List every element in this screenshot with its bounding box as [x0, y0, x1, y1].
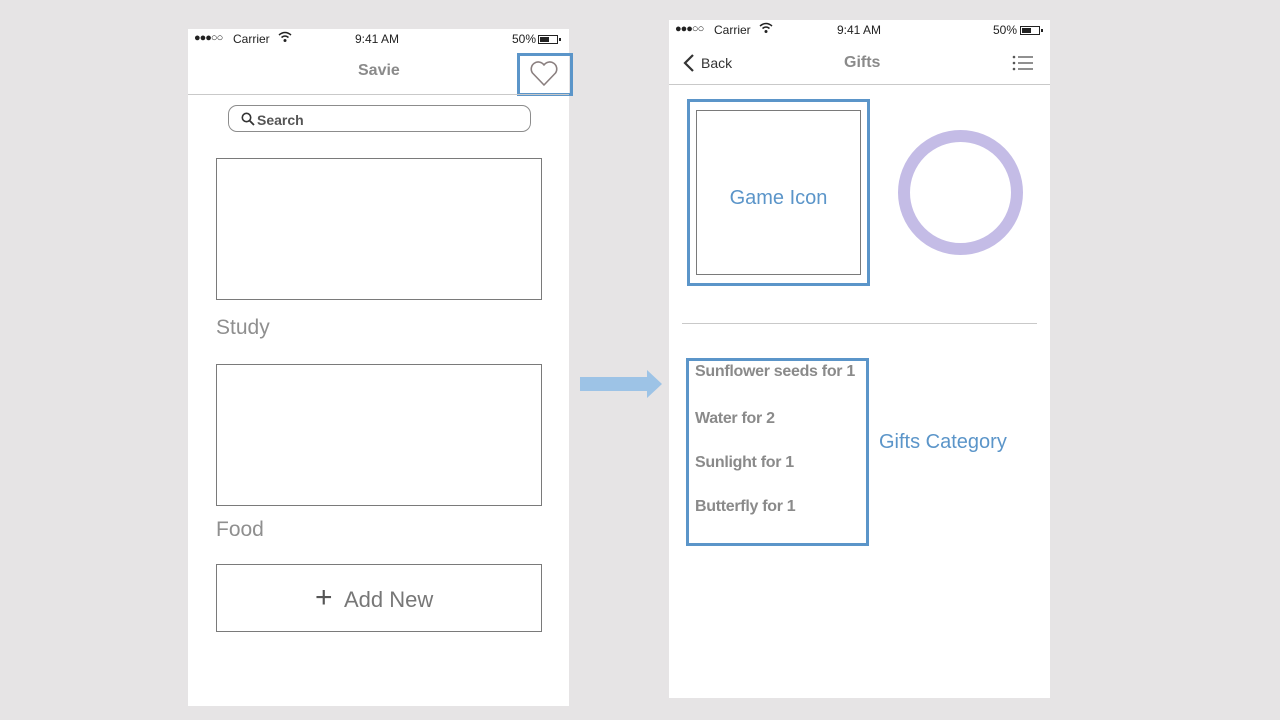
game-icon-highlight: Game Icon	[687, 99, 870, 286]
chevron-left-icon	[683, 54, 694, 72]
search-icon	[241, 112, 255, 126]
status-bar: ●●●○○ Carrier 9:41 AM 50%	[669, 20, 1050, 40]
gift-item[interactable]: Sunlight for 1	[695, 454, 794, 472]
category-label-food: Food	[216, 518, 264, 541]
category-label-study: Study	[216, 316, 270, 339]
battery-percent: 50%	[993, 23, 1018, 37]
status-time: 9:41 AM	[355, 32, 400, 46]
search-placeholder: Search	[257, 112, 304, 128]
progress-ring	[898, 130, 1023, 255]
battery-icon	[538, 35, 561, 44]
gift-item[interactable]: Sunflower seeds for 1	[695, 363, 855, 381]
list-icon[interactable]	[1012, 54, 1034, 77]
battery-icon	[1020, 26, 1043, 35]
heart-icon[interactable]	[529, 60, 559, 88]
savie-home-screen: ●●●○○ Carrier 9:41 AM 50% Savie Search S…	[188, 29, 573, 706]
gifts-screen: ●●●○○ Carrier 9:41 AM 50% Back Gifts Gam…	[669, 20, 1050, 698]
category-card-study[interactable]	[216, 158, 542, 300]
game-icon-placeholder[interactable]: Game Icon	[696, 110, 861, 275]
status-time: 9:41 AM	[837, 23, 882, 37]
wifi-icon	[278, 31, 292, 46]
game-icon-label: Game Icon	[729, 187, 828, 209]
category-card-food[interactable]	[216, 364, 542, 506]
add-new-button[interactable]: + Add New	[216, 564, 542, 632]
signal-indicator: ●●●○○	[194, 32, 223, 44]
wifi-icon	[759, 22, 773, 37]
gifts-category-label: Gifts Category	[879, 431, 1007, 453]
signal-indicator: ●●●○○	[675, 23, 704, 35]
page-title: Gifts	[844, 54, 881, 71]
right-arrow-icon	[579, 369, 663, 404]
header-divider	[669, 84, 1050, 85]
add-new-label: Add New	[344, 587, 434, 612]
back-label: Back	[701, 55, 733, 71]
page-title: Savie	[358, 62, 400, 79]
battery-percent: 50%	[512, 32, 537, 46]
carrier-label: Carrier	[714, 23, 751, 37]
header-divider	[188, 94, 569, 95]
plus-icon: +	[315, 581, 333, 614]
gifts-list-highlight	[686, 358, 869, 546]
gift-item[interactable]: Water for 2	[695, 410, 775, 428]
gift-item[interactable]: Butterfly for 1	[695, 498, 796, 516]
carrier-label: Carrier	[233, 32, 270, 46]
search-input[interactable]: Search	[228, 105, 531, 132]
status-bar: ●●●○○ Carrier 9:41 AM 50%	[188, 29, 569, 49]
section-divider	[682, 323, 1037, 324]
